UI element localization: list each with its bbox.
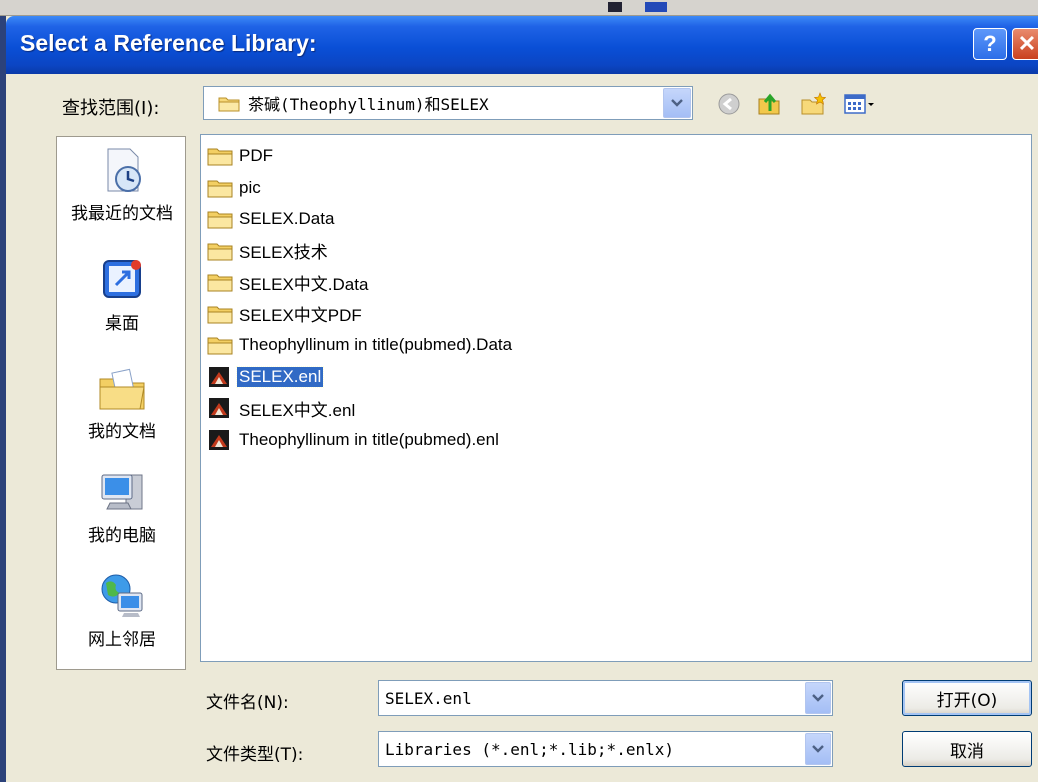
filename-label: 文件名(N): bbox=[206, 693, 289, 713]
filetype-value: Libraries (*.enl;*.lib;*.enlx) bbox=[385, 739, 674, 759]
place-recent-documents[interactable]: 我最近的文档 bbox=[57, 145, 187, 224]
file-name: Theophyllinum in title(pubmed).Data bbox=[239, 335, 513, 354]
folder-icon bbox=[207, 306, 233, 323]
close-button[interactable]: ✕ bbox=[1012, 28, 1038, 60]
places-bar: 我最近的文档 桌面 我的文档 我的电脑 网上邻居 bbox=[56, 136, 186, 670]
folder-icon bbox=[218, 97, 240, 112]
network-places-icon bbox=[101, 574, 143, 617]
folder-icon bbox=[207, 148, 233, 166]
chevron-down-icon[interactable] bbox=[805, 682, 831, 714]
endnote-library-icon bbox=[209, 398, 229, 418]
look-in-label: 查找范围(I): bbox=[62, 98, 160, 119]
folder-icon bbox=[207, 337, 233, 355]
desktop-icon bbox=[103, 260, 141, 298]
file-name: SELEX中文.enl bbox=[239, 400, 356, 420]
filetype-label: 文件类型(T): bbox=[206, 745, 304, 765]
library-file-item[interactable]: Theophyllinum in title(pubmed).enl bbox=[207, 427, 501, 453]
window-edge bbox=[0, 16, 6, 782]
file-list[interactable]: PDF pic SELEX.Data SELEX技术 SELEX中文.Data SELEX… bbox=[200, 134, 1032, 662]
file-name: pic bbox=[239, 177, 261, 197]
open-button[interactable]: 打开(O) bbox=[902, 680, 1032, 716]
new-folder-icon[interactable] bbox=[800, 91, 826, 117]
place-label: 我的文档 bbox=[88, 422, 156, 442]
back-icon[interactable] bbox=[716, 91, 742, 117]
folder-item[interactable]: SELEX中文PDF bbox=[207, 301, 364, 327]
cancel-button[interactable]: 取消 bbox=[902, 731, 1032, 767]
folder-item[interactable]: SELEX技术 bbox=[207, 238, 330, 264]
chevron-down-icon[interactable] bbox=[805, 733, 831, 765]
file-name: SELEX中文PDF bbox=[239, 306, 362, 325]
folder-item[interactable]: SELEX.Data bbox=[207, 206, 336, 232]
folder-icon bbox=[207, 274, 233, 292]
view-menu-icon[interactable] bbox=[842, 91, 876, 117]
folder-icon bbox=[207, 211, 233, 229]
file-name: SELEX中文.Data bbox=[239, 274, 369, 294]
recent-documents-icon bbox=[107, 148, 141, 192]
place-label: 我最近的文档 bbox=[71, 204, 173, 224]
help-button[interactable]: ? bbox=[973, 28, 1007, 60]
folder-icon bbox=[207, 180, 233, 197]
place-my-computer[interactable]: 我的电脑 bbox=[57, 467, 187, 546]
endnote-library-icon bbox=[209, 366, 229, 387]
up-folder-icon[interactable] bbox=[756, 91, 782, 117]
my-documents-icon bbox=[99, 368, 145, 410]
library-file-item[interactable]: SELEX中文.enl bbox=[207, 395, 357, 421]
place-desktop[interactable]: 桌面 bbox=[57, 255, 187, 334]
place-label: 我的电脑 bbox=[88, 526, 156, 546]
file-name: SELEX技术 bbox=[239, 243, 328, 262]
file-name: Theophyllinum in title(pubmed).enl bbox=[239, 429, 499, 449]
place-network[interactable]: 网上邻居 bbox=[57, 571, 187, 650]
place-my-documents[interactable]: 我的文档 bbox=[57, 363, 187, 442]
folder-icon bbox=[207, 243, 233, 260]
library-file-item[interactable]: SELEX.enl bbox=[207, 364, 325, 390]
endnote-library-icon bbox=[209, 429, 229, 450]
file-name: SELEX.Data bbox=[239, 209, 335, 228]
file-name: SELEX.enl bbox=[235, 365, 325, 388]
file-name: PDF bbox=[239, 146, 273, 165]
background-app-strip bbox=[0, 0, 1038, 16]
look-in-dropdown[interactable]: 茶碱(Theophyllinum)和SELEX bbox=[203, 86, 693, 120]
look-in-value: 茶碱(Theophyllinum)和SELEX bbox=[248, 95, 489, 114]
filename-field[interactable]: SELEX.enl bbox=[378, 680, 833, 716]
place-label: 桌面 bbox=[105, 314, 139, 334]
filename-value: SELEX.enl bbox=[385, 688, 472, 708]
place-label: 网上邻居 bbox=[88, 630, 156, 650]
filetype-dropdown[interactable]: Libraries (*.enl;*.lib;*.enlx) bbox=[378, 731, 833, 767]
folder-item[interactable]: SELEX中文.Data bbox=[207, 269, 370, 295]
folder-item[interactable]: pic bbox=[207, 175, 263, 201]
chevron-down-icon[interactable] bbox=[663, 88, 691, 118]
title-bar[interactable]: Select a Reference Library: ? ✕ bbox=[6, 16, 1038, 74]
folder-item[interactable]: Theophyllinum in title(pubmed).Data bbox=[207, 332, 514, 358]
my-computer-icon bbox=[101, 474, 143, 510]
folder-item[interactable]: PDF bbox=[207, 143, 275, 169]
dialog-title: Select a Reference Library: bbox=[20, 30, 317, 56]
